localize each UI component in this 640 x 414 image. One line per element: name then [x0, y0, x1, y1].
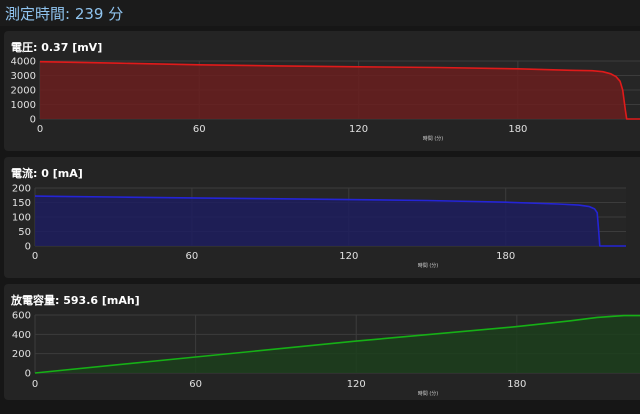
voltage-xtick-label: 180	[508, 124, 527, 135]
capacity-ytick-label: 600	[12, 311, 31, 322]
capacity-panel: 放電容量: 593.6 [mAh] 0 200 400 600 0 60 120 180 時間 …	[4, 284, 640, 400]
voltage-ytick-label: 2000	[11, 86, 36, 97]
voltage-ytick-label: 3000	[11, 71, 36, 82]
capacity-xtick-label: 120	[347, 379, 366, 390]
current-chart: 0 50 100 150 200 0 60 120 180 時間 (分)	[12, 184, 626, 269]
current-ytick-label: 200	[12, 184, 31, 195]
current-panel: 電流: 0 [mA] 0 50 100 150 200 0 60 120 180 時間 (分)	[4, 157, 640, 278]
header-bar: 測定時間: 239 分	[0, 0, 640, 26]
voltage-chart: 0 1000 2000 3000 4000 0 60 120 180 時間 (分)	[11, 57, 640, 142]
voltage-xtick-label: 0	[37, 124, 43, 135]
current-xtick-label: 60	[186, 251, 199, 262]
current-xtick-label: 180	[496, 251, 515, 262]
capacity-x-axis-title: 時間 (分)	[418, 390, 439, 397]
measurement-time-title: 測定時間: 239 分	[5, 5, 124, 23]
capacity-xtick-label: 60	[189, 379, 202, 390]
voltage-xtick-label: 60	[193, 124, 206, 135]
current-ytick-label: 150	[12, 198, 31, 209]
voltage-xtick-label: 120	[349, 124, 368, 135]
voltage-x-axis-title: 時間 (分)	[423, 135, 444, 142]
voltage-ytick-label: 1000	[11, 100, 36, 111]
capacity-xtick-label: 180	[507, 379, 526, 390]
capacity-chart: 0 200 400 600 0 60 120 180 時間 (分)	[12, 311, 640, 397]
current-ytick-label: 50	[18, 227, 31, 238]
current-xtick-label: 120	[339, 251, 358, 262]
capacity-ytick-label: 400	[12, 330, 31, 341]
current-ytick-label: 100	[12, 213, 31, 224]
capacity-ytick-label: 0	[25, 369, 31, 380]
voltage-ytick-label: 4000	[11, 57, 36, 68]
capacity-xtick-label: 0	[32, 379, 38, 390]
current-x-axis-title: 時間 (分)	[418, 262, 439, 269]
voltage-ytick-label: 0	[30, 115, 36, 126]
voltage-panel: 電圧: 0.37 [mV] 0 1000 2000 3000 4000 0 60 120 180…	[4, 31, 640, 151]
capacity-ytick-label: 200	[12, 349, 31, 360]
current-ytick-label: 0	[25, 242, 31, 253]
current-xtick-label: 0	[32, 251, 38, 262]
